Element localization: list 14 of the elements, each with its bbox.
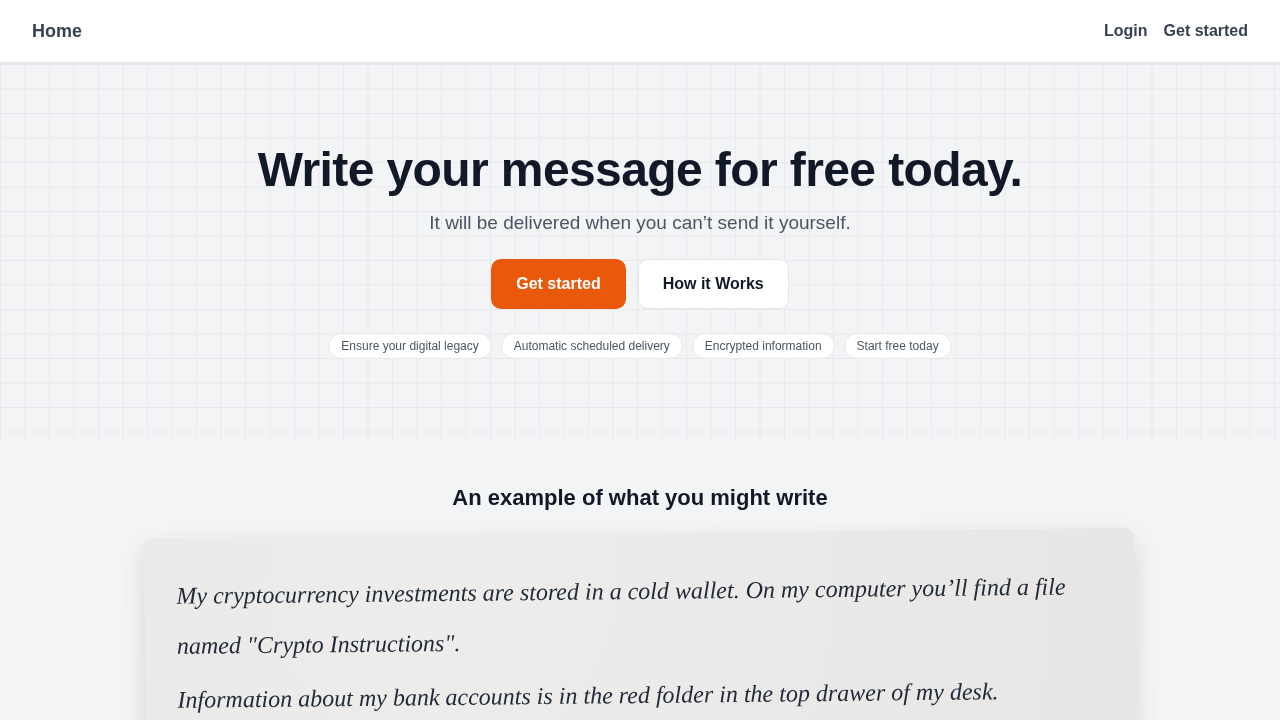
nav-link[interactable]: Login	[1104, 22, 1148, 40]
hero-title: Write your message for free today.	[257, 142, 1023, 198]
feature-tag: Start free today	[843, 333, 952, 359]
hero-subtitle: It will be delivered when you can’t send it yourself.	[429, 211, 851, 235]
feature-tag: Ensure your digital legacy	[328, 333, 492, 359]
feature-tag: Encrypted information	[691, 333, 835, 359]
get-started-button[interactable]: Get started	[491, 259, 626, 309]
nav-link[interactable]: Get started	[1163, 22, 1248, 40]
letter-paragraph: Information about my bank accounts is in the red folder in the top drawer of my desk.	[177, 677, 1000, 715]
how-it-works-button[interactable]: How it Works	[637, 259, 789, 309]
feature-tag: Automatic scheduled delivery	[500, 333, 683, 359]
home-link[interactable]: Home	[32, 20, 82, 42]
letter-paragraph: My cryptocurrency investments are stored in a cold wallet. On my computer you’ll find a file named "Crypto Instructions".	[176, 572, 1067, 661]
example-heading: An example of what you might write	[452, 484, 828, 512]
